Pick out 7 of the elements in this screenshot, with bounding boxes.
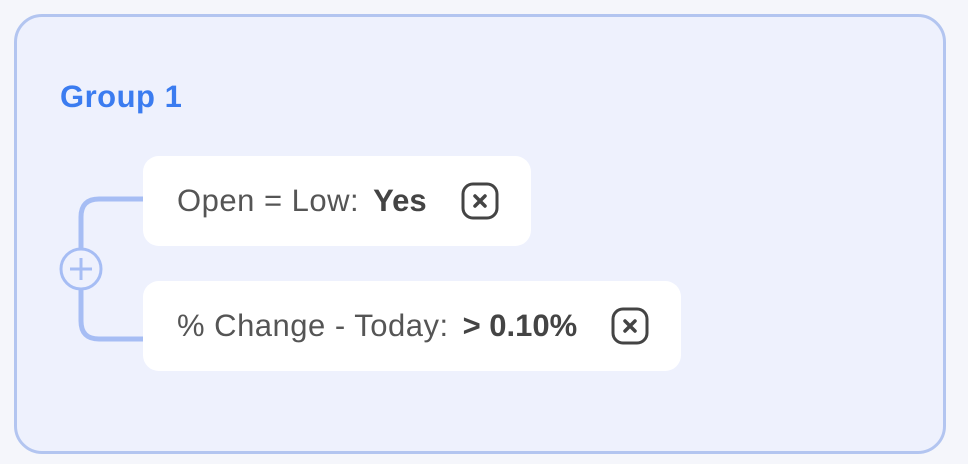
condition-value: Yes	[373, 183, 427, 219]
condition-label: Open = Low:	[177, 183, 360, 219]
condition-label: % Change - Today:	[177, 308, 449, 344]
close-icon[interactable]	[611, 307, 650, 345]
group-title: Group 1	[60, 79, 182, 115]
condition-value: > 0.10%	[462, 308, 578, 344]
close-icon[interactable]	[460, 182, 499, 220]
